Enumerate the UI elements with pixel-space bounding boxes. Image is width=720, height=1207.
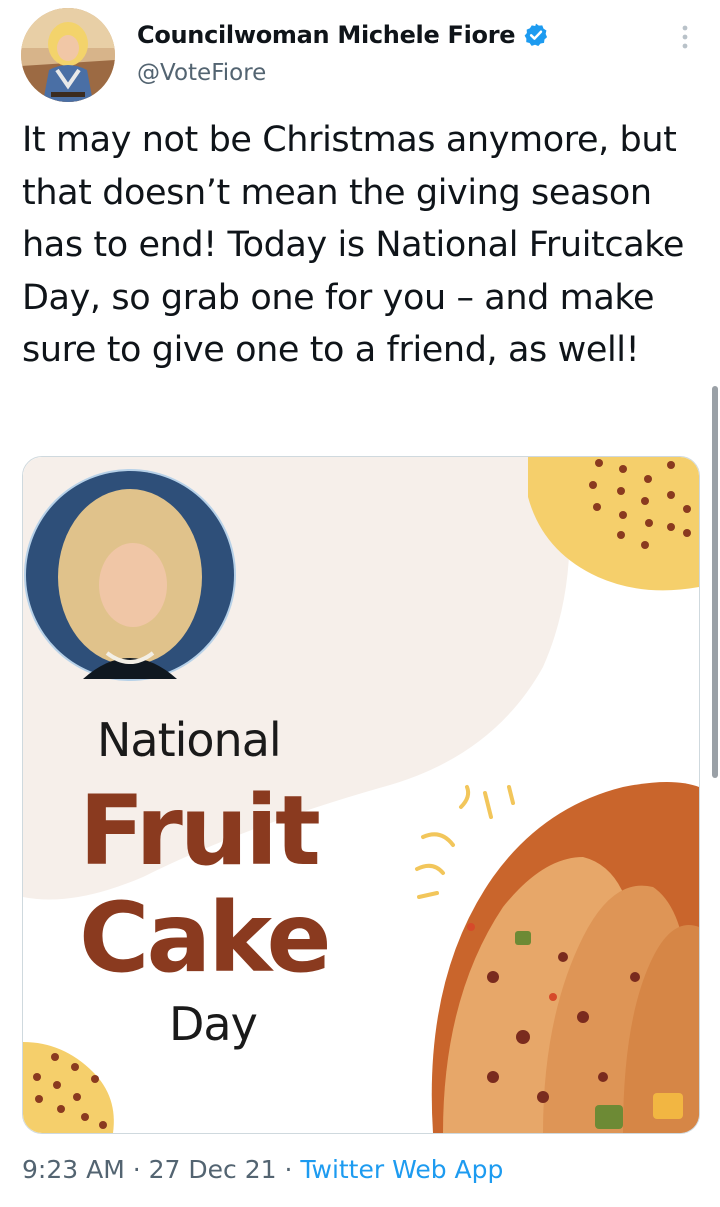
author-handle[interactable]: @VoteFiore [137,60,266,86]
graphic-title-cake: Cake [79,882,332,994]
meta-separator: · [276,1155,301,1184]
tweet-meta: 9:23 AM · 27 Dec 21 · Twitter Web App [22,1155,503,1184]
graphic-title-national: National [97,713,282,767]
author-avatar[interactable] [21,8,115,102]
graphic-title-fruit: Fruit [79,775,321,887]
meta-separator: · [124,1155,149,1184]
verified-badge-icon [524,23,548,47]
tweet-time[interactable]: 9:23 AM [22,1155,125,1184]
tweet-media-image[interactable]: National Fruit Cake Day [22,456,700,1134]
tweet-header: Councilwoman Michele Fiore @VoteFiore [0,0,720,110]
graphic-title-day: Day [169,997,258,1051]
tweet-source-link[interactable]: Twitter Web App [300,1155,503,1184]
author-display-name[interactable]: Councilwoman Michele Fiore [137,21,516,49]
more-vertical-icon[interactable] [672,20,698,54]
tweet-date[interactable]: 27 Dec 21 [149,1155,277,1184]
tweet-text: It may not be Christmas anymore, but tha… [22,120,684,370]
author-name-row: Councilwoman Michele Fiore [137,18,549,52]
author-avatar-photo [21,8,115,102]
scrollbar-thumb[interactable] [712,386,718,778]
